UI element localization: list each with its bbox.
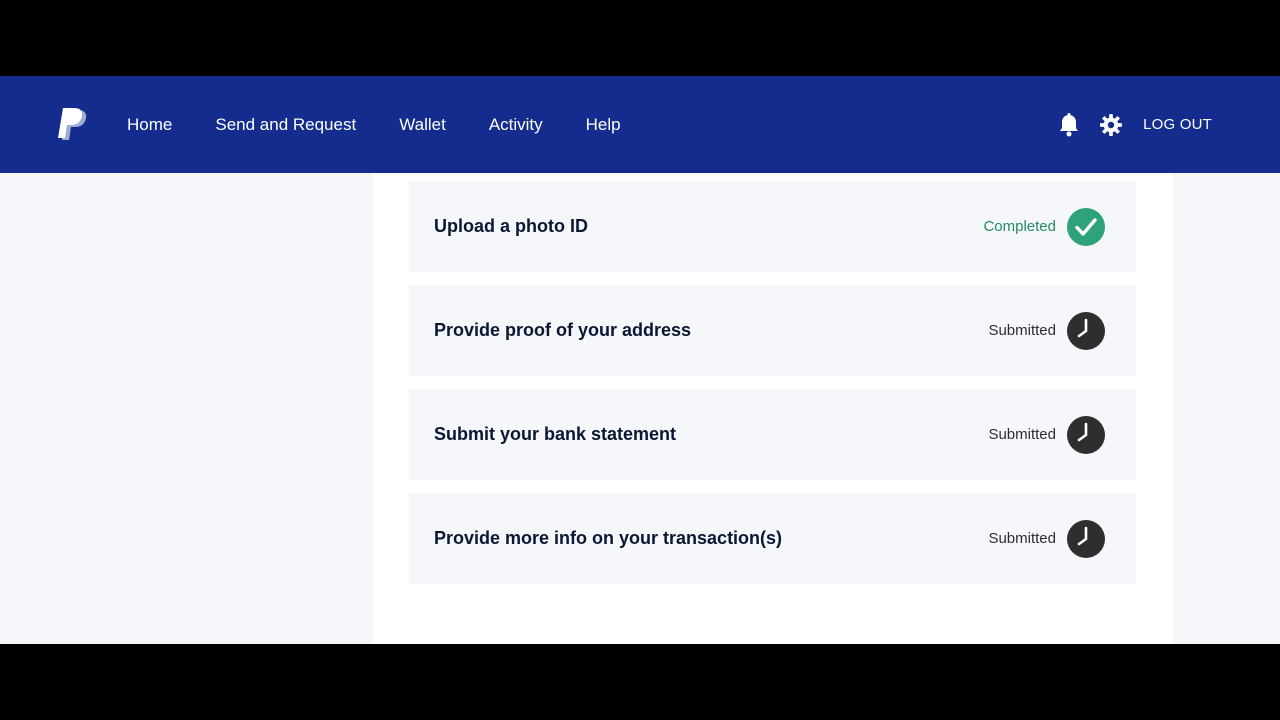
content-panel: Upload a photo ID Completed Provide proo…	[373, 173, 1173, 644]
task-status: Submitted	[988, 426, 1056, 443]
main-nav: Home Send and Request Wallet Activity He…	[127, 76, 664, 173]
logout-button[interactable]: LOG OUT	[1143, 116, 1212, 133]
gear-icon[interactable]	[1100, 113, 1123, 136]
bell-icon[interactable]	[1058, 112, 1080, 137]
task-status: Completed	[983, 218, 1056, 235]
clock-icon	[1067, 312, 1105, 350]
nav-send-and-request[interactable]: Send and Request	[215, 115, 356, 135]
task-status: Submitted	[988, 322, 1056, 339]
nav-home[interactable]: Home	[127, 115, 172, 135]
letterbox-top	[0, 0, 1280, 76]
task-title: Upload a photo ID	[434, 216, 588, 236]
nav-wallet[interactable]: Wallet	[399, 115, 446, 135]
task-transaction-info[interactable]: Provide more info on your transaction(s)…	[409, 493, 1136, 584]
paypal-logo-icon[interactable]	[58, 108, 88, 142]
task-title: Provide proof of your address	[434, 320, 692, 340]
nav-activity[interactable]: Activity	[489, 115, 543, 135]
task-status: Submitted	[988, 530, 1056, 547]
clock-icon	[1067, 416, 1105, 454]
task-upload-photo-id[interactable]: Upload a photo ID Completed	[409, 181, 1136, 272]
letterbox-bottom	[0, 644, 1280, 720]
top-navbar: Home Send and Request Wallet Activity He…	[0, 76, 1280, 173]
task-proof-of-address[interactable]: Provide proof of your address Submitted	[409, 285, 1136, 376]
task-bank-statement[interactable]: Submit your bank statement Submitted	[409, 389, 1136, 480]
check-circle-icon	[1067, 208, 1105, 246]
clock-icon	[1067, 520, 1105, 558]
task-list: Upload a photo ID Completed Provide proo…	[409, 181, 1136, 597]
task-title: Submit your bank statement	[434, 424, 677, 444]
nav-actions: LOG OUT	[1058, 76, 1212, 173]
task-title: Provide more info on your transaction(s)	[434, 528, 783, 548]
page-body: Upload a photo ID Completed Provide proo…	[0, 173, 1280, 644]
nav-help[interactable]: Help	[586, 115, 621, 135]
